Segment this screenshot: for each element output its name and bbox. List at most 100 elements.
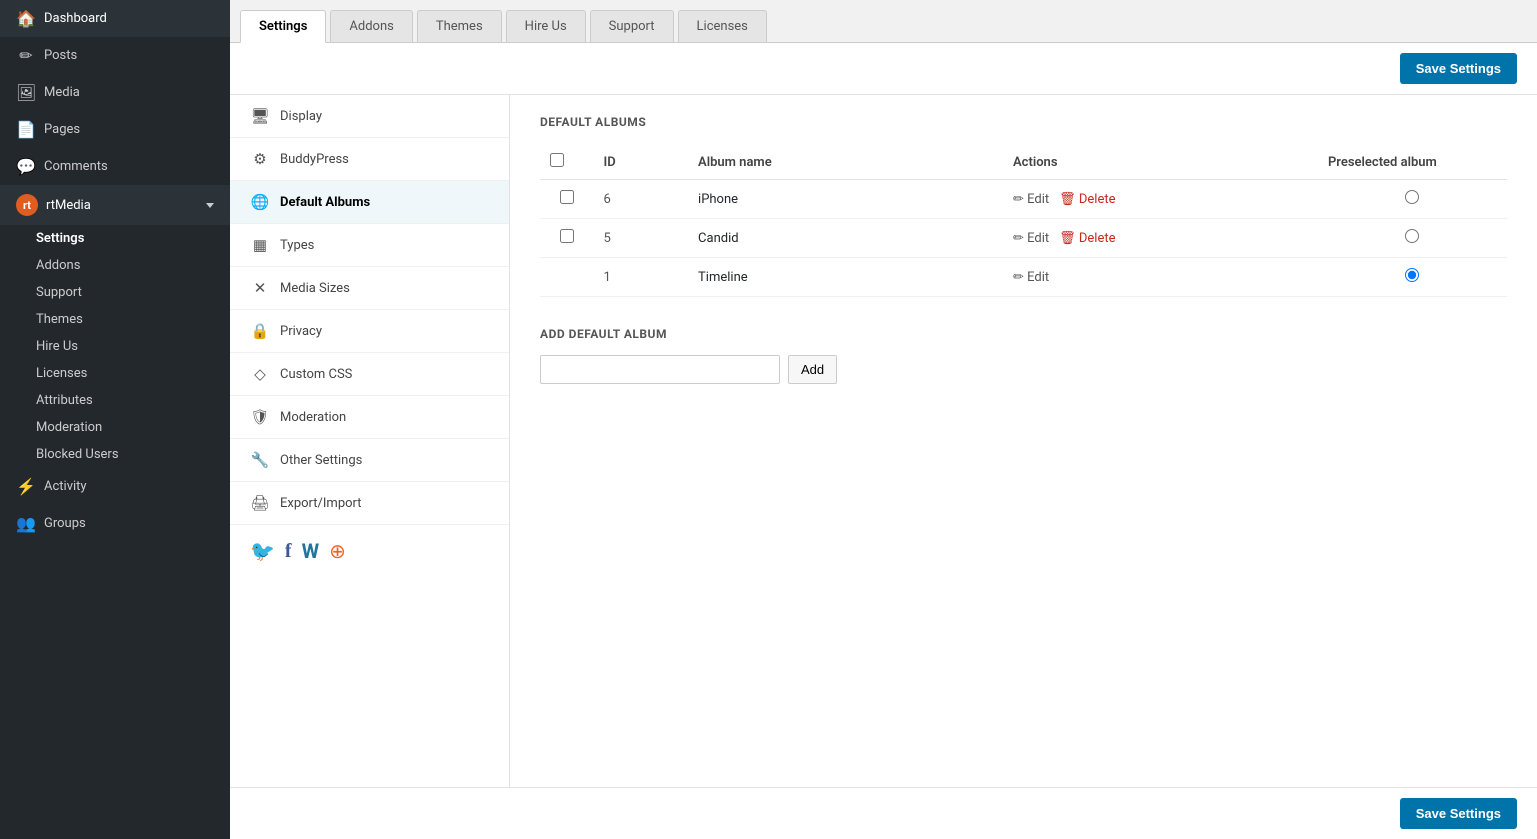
sidebar-item-addons[interactable]: Addons	[0, 252, 230, 279]
sidebar-item-label: Dashboard	[44, 11, 107, 26]
media-icon: 🖼	[16, 83, 36, 102]
facebook-icon[interactable]: f	[285, 540, 292, 563]
sidebar-item-licenses[interactable]: Licenses	[0, 360, 230, 387]
preselected-radio[interactable]	[1405, 268, 1419, 282]
row-checkbox[interactable]	[560, 190, 574, 204]
nav-item-export-import[interactable]: 🖨 Export/Import	[230, 482, 509, 525]
nav-item-label: Privacy	[280, 324, 322, 339]
nav-item-buddypress[interactable]: ⚙ BuddyPress	[230, 138, 509, 181]
nav-item-default-albums[interactable]: 🌐 Default Albums	[230, 181, 509, 224]
sidebar-item-groups[interactable]: 👥 Groups	[0, 505, 230, 542]
add-album-row: Add	[540, 355, 1507, 384]
sidebar-item-label: Comments	[44, 159, 108, 174]
media-sizes-icon: ✕	[250, 279, 270, 297]
edit-button[interactable]: ✏ Edit	[1013, 231, 1049, 246]
nav-item-privacy[interactable]: 🔒 Privacy	[230, 310, 509, 353]
tab-bar: Settings Addons Themes Hire Us Support L…	[230, 0, 1537, 43]
album-actions: ✏ Edit 🗑 Delete	[1003, 180, 1318, 219]
album-name: iPhone	[688, 180, 1003, 219]
nav-item-label: Export/Import	[280, 496, 362, 511]
nav-item-other-settings[interactable]: 🔧 Other Settings	[230, 439, 509, 482]
edit-button[interactable]: ✏ Edit	[1013, 270, 1049, 285]
sidebar-item-media[interactable]: 🖼 Media	[0, 74, 230, 111]
nav-item-moderation[interactable]: 🛡 Moderation	[230, 396, 509, 439]
sidebar-item-pages[interactable]: 📄 Pages	[0, 111, 230, 148]
activity-icon: ⚡	[16, 477, 36, 496]
nav-item-label: Display	[280, 109, 322, 124]
dashboard-icon: 🏠	[16, 9, 36, 28]
preselected-radio[interactable]	[1405, 229, 1419, 243]
select-all-checkbox[interactable]	[550, 153, 564, 167]
top-bar: Save Settings	[230, 43, 1537, 95]
table-row: 5Candid✏ Edit🗑 Delete	[540, 219, 1507, 258]
row-checkbox[interactable]	[560, 229, 574, 243]
sidebar-item-comments[interactable]: 💬 Comments	[0, 148, 230, 185]
posts-icon: ✏	[16, 46, 36, 65]
sidebar: 🏠 Dashboard ✏ Posts 🖼 Media 📄 Pages 💬 Co…	[0, 0, 230, 839]
add-album-button[interactable]: Add	[788, 355, 837, 384]
albums-table: ID Album name Actions Preselected album …	[540, 145, 1507, 297]
album-preselected-cell	[1318, 258, 1507, 297]
display-icon: 🖥	[250, 107, 270, 125]
row-checkbox-cell	[540, 219, 594, 258]
export-icon: 🖨	[250, 494, 270, 512]
col-id-header: ID	[594, 145, 688, 180]
nav-item-media-sizes[interactable]: ✕ Media Sizes	[230, 267, 509, 310]
nav-item-label: BuddyPress	[280, 152, 349, 167]
nav-item-label: Other Settings	[280, 453, 362, 468]
sidebar-item-activity[interactable]: ⚡ Activity	[0, 468, 230, 505]
sidebar-item-support[interactable]: Support	[0, 279, 230, 306]
nav-item-custom-css[interactable]: ◇ Custom CSS	[230, 353, 509, 396]
tab-addons[interactable]: Addons	[330, 10, 412, 42]
inner-layout: 🖥 Display ⚙ BuddyPress 🌐 Default Albums …	[230, 95, 1537, 787]
sidebar-item-moderation[interactable]: Moderation	[0, 414, 230, 441]
rtmedia-icon: rt	[16, 194, 38, 216]
delete-button[interactable]: 🗑 Delete	[1059, 192, 1115, 207]
rss-icon[interactable]: ⊕	[329, 539, 346, 563]
settings-wrapper: Save Settings 🖥 Display ⚙ BuddyPress 🌐 D…	[230, 43, 1537, 839]
sidebar-item-blocked-users[interactable]: Blocked Users	[0, 441, 230, 468]
save-settings-button-bottom[interactable]: Save Settings	[1400, 798, 1517, 829]
tab-licenses[interactable]: Licenses	[678, 10, 767, 42]
table-row: 1Timeline✏ Edit	[540, 258, 1507, 297]
album-id: 1	[594, 258, 688, 297]
wordpress-icon[interactable]: W	[302, 539, 320, 563]
nav-item-types[interactable]: ▦ Types	[230, 224, 509, 267]
album-actions: ✏ Edit 🗑 Delete	[1003, 219, 1318, 258]
album-actions: ✏ Edit	[1003, 258, 1318, 297]
tab-themes[interactable]: Themes	[417, 10, 502, 42]
shield-icon: 🛡	[250, 408, 270, 426]
nav-item-display[interactable]: 🖥 Display	[230, 95, 509, 138]
rtmedia-submenu: Settings Addons Support Themes Hire Us L…	[0, 225, 230, 468]
sidebar-item-label: Activity	[44, 479, 87, 494]
tab-settings[interactable]: Settings	[240, 10, 326, 43]
add-album-title: ADD DEFAULT ALBUM	[540, 327, 1507, 341]
album-id: 6	[594, 180, 688, 219]
sidebar-item-rtmedia[interactable]: rt rtMedia	[0, 185, 230, 225]
sidebar-item-themes[interactable]: Themes	[0, 306, 230, 333]
sidebar-item-attributes[interactable]: Attributes	[0, 387, 230, 414]
tab-hire-us[interactable]: Hire Us	[506, 10, 586, 42]
bottom-bar: Save Settings	[230, 787, 1537, 839]
buddypress-icon: ⚙	[250, 150, 270, 168]
save-settings-button-top[interactable]: Save Settings	[1400, 53, 1517, 84]
types-icon: ▦	[250, 236, 270, 254]
comments-icon: 💬	[16, 157, 36, 176]
twitter-icon[interactable]: 🐦	[250, 539, 275, 563]
sidebar-item-posts[interactable]: ✏ Posts	[0, 37, 230, 74]
edit-button[interactable]: ✏ Edit	[1013, 192, 1049, 207]
wrench-icon: 🔧	[250, 451, 270, 469]
sidebar-item-label: Groups	[44, 516, 86, 531]
nav-item-label: Types	[280, 238, 314, 253]
add-album-input[interactable]	[540, 355, 780, 384]
preselected-radio[interactable]	[1405, 190, 1419, 204]
col-actions-header: Actions	[1003, 145, 1318, 180]
tab-support[interactable]: Support	[590, 10, 674, 42]
delete-button[interactable]: 🗑 Delete	[1059, 231, 1115, 246]
album-name: Candid	[688, 219, 1003, 258]
table-row: 6iPhone ✏ Edit 🗑 Delete	[540, 180, 1507, 219]
default-albums-title: DEFAULT ALBUMS	[540, 115, 1507, 129]
sidebar-item-settings[interactable]: Settings	[0, 225, 230, 252]
sidebar-item-dashboard[interactable]: 🏠 Dashboard	[0, 0, 230, 37]
sidebar-item-hire-us[interactable]: Hire Us	[0, 333, 230, 360]
